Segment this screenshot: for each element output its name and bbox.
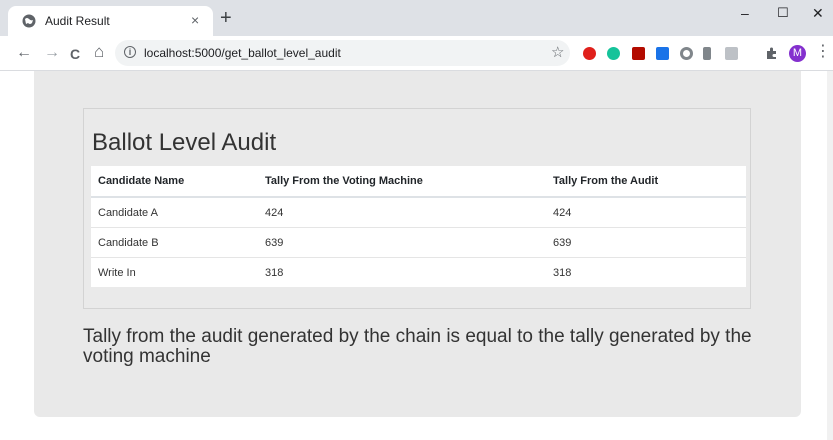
page-viewport: Ballot Level Audit Candidate Name Tally …: [0, 71, 833, 440]
tab-audit-result[interactable]: Audit Result ×: [8, 6, 213, 36]
page-title: Ballot Level Audit: [92, 129, 277, 156]
candidate-name-cell: Candidate B: [91, 227, 258, 258]
tab-close-icon[interactable]: ×: [191, 12, 199, 28]
column-header: Candidate Name: [91, 166, 258, 198]
new-tab-button[interactable]: +: [220, 8, 232, 28]
audit-tally-cell: 424: [546, 196, 746, 228]
info-icon[interactable]: i: [124, 46, 136, 58]
candidate-name-cell: Candidate A: [91, 196, 258, 228]
browser-toolbar: ← → C ⌂ i localhost:5000/get_ballot_leve…: [0, 36, 833, 71]
audit-tally-cell: 318: [546, 257, 746, 287]
puzzle-icon[interactable]: [765, 46, 779, 60]
bookmark-star-icon[interactable]: ☆: [551, 43, 564, 61]
audit-summary-text: Tally from the audit generated by the ch…: [83, 326, 752, 367]
tab-title: Audit Result: [45, 14, 110, 28]
content-card: Ballot Level Audit Candidate Name Tally …: [34, 71, 801, 417]
machine-tally-cell: 318: [258, 257, 546, 287]
gray-ext-icon[interactable]: [725, 47, 738, 60]
minimize-button[interactable]: –: [741, 5, 749, 21]
close-window-button[interactable]: ✕: [812, 5, 824, 21]
machine-tally-cell: 639: [258, 227, 546, 258]
machine-tally-cell: 424: [258, 196, 546, 228]
address-bar[interactable]: i localhost:5000/get_ballot_level_audit …: [115, 40, 570, 66]
table-header-row: Candidate Name Tally From the Voting Mac…: [91, 166, 746, 198]
table-row: Candidate B 639 639: [91, 227, 746, 258]
candidate-name-cell: Write In: [91, 257, 258, 287]
maximize-button[interactable]: ☐: [777, 5, 789, 21]
blue-ext-icon[interactable]: [656, 47, 669, 60]
audit-tally-cell: 639: [546, 227, 746, 258]
table-row: Write In 318 318: [91, 257, 746, 287]
grammarly-icon[interactable]: [607, 47, 620, 60]
download-icon[interactable]: [703, 47, 711, 60]
reload-button[interactable]: C: [70, 45, 80, 63]
opera-icon[interactable]: [583, 47, 596, 60]
column-header: Tally From the Audit: [546, 166, 746, 198]
profile-avatar[interactable]: M: [789, 45, 806, 62]
vertical-scrollbar[interactable]: [827, 71, 833, 440]
table-row: Candidate A 424 424: [91, 196, 746, 228]
forward-button[interactable]: →: [44, 44, 60, 62]
audit-panel: Ballot Level Audit Candidate Name Tally …: [83, 108, 751, 309]
back-button[interactable]: ←: [16, 44, 32, 62]
home-button[interactable]: ⌂: [94, 43, 104, 61]
url-text[interactable]: localhost:5000/get_ballot_level_audit: [144, 46, 341, 60]
pdf-icon[interactable]: [632, 47, 645, 60]
column-header: Tally From the Voting Machine: [258, 166, 546, 198]
globe-icon: [22, 14, 36, 28]
circle-ext-icon[interactable]: [680, 47, 693, 60]
tab-strip: Audit Result × + – ☐ ✕: [0, 0, 833, 36]
menu-kebab-icon[interactable]: ⋮: [815, 44, 831, 60]
audit-table: Candidate Name Tally From the Voting Mac…: [91, 166, 746, 287]
